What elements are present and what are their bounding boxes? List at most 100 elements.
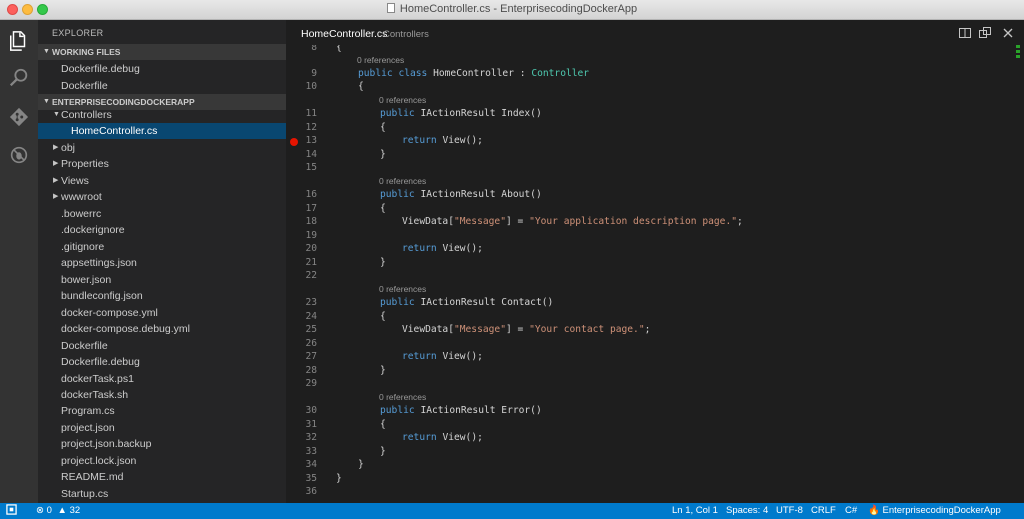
breakpoint-icon[interactable] [290, 138, 298, 146]
remote-icon[interactable] [6, 503, 17, 519]
code-line: 30 public IActionResult Error() [286, 404, 1010, 417]
folder-item[interactable]: ▶ Views [38, 173, 286, 189]
line-number: 29 [305, 378, 317, 389]
window-title: HomeController.cs - EnterprisecodingDock… [0, 3, 1024, 15]
code-line: 31 { [286, 418, 1010, 431]
line-number: 10 [305, 81, 317, 92]
folder-item[interactable]: ▶ Properties [38, 156, 286, 172]
file-item[interactable]: Program.cs [38, 403, 286, 419]
code-text: { [380, 122, 386, 133]
explorer-sidebar: EXPLORER ▼ WORKING FILES Dockerfile.debu… [38, 20, 286, 503]
encoding[interactable]: UTF-8 [776, 503, 803, 519]
string-value: "Your contact page." [529, 324, 645, 335]
folder-item[interactable]: ▶ obj [38, 140, 286, 156]
folder-item-controllers[interactable]: ▼ Controllers [38, 107, 286, 123]
line-number: 27 [305, 351, 317, 362]
line-number: 9 [311, 68, 317, 79]
line-number: 32 [305, 432, 317, 443]
file-item[interactable]: .bowerrc [38, 206, 286, 222]
file-item[interactable]: docker-compose.debug.yml [38, 321, 286, 337]
code-line: 15 [286, 161, 1010, 174]
file-item[interactable]: Dockerfile [38, 338, 286, 354]
file-item[interactable]: docker-compose.yml [38, 305, 286, 321]
folder-item[interactable]: ▶ wwwroot [38, 189, 286, 205]
file-item[interactable]: Dockerfile.debug [38, 354, 286, 370]
problems-indicator[interactable]: ⊗ 0 ▲ 32 [36, 503, 80, 519]
code-line: 23 public IActionResult Contact() [286, 296, 1010, 309]
file-item[interactable]: project.json.backup [38, 436, 286, 452]
code-line: 17 { [286, 202, 1010, 215]
file-item[interactable]: README.md [38, 469, 286, 485]
code-line: 20 return View(); [286, 242, 1010, 255]
assignment: ] = [505, 324, 530, 335]
explorer-icon[interactable] [8, 30, 30, 52]
file-item[interactable]: project.lock.json [38, 453, 286, 469]
code-text: } [336, 473, 342, 484]
codelens-references[interactable]: 0 references [379, 175, 426, 188]
code-text: } [380, 149, 386, 160]
line-number: 34 [305, 459, 317, 470]
split-editor-icon[interactable] [959, 26, 971, 38]
keyword: class [398, 68, 428, 79]
codelens-references[interactable]: 0 references [357, 54, 404, 67]
folder-label: obj [61, 142, 76, 154]
class-name: HomeController [433, 68, 514, 79]
file-item[interactable]: bundleconfig.json [38, 288, 286, 304]
working-file-item[interactable]: Dockerfile [38, 78, 286, 94]
folder-label: wwwroot [61, 191, 102, 203]
chevron-right-icon: ▶ [53, 144, 59, 151]
file-item[interactable]: bower.json [38, 272, 286, 288]
keyword: return [402, 243, 437, 254]
status-bar: ⊗ 0 ▲ 32 Ln 1, Col 1 Spaces: 4 UTF-8 CRL… [0, 503, 1024, 519]
project-indicator[interactable]: 🔥 EnterprisecodingDockerApp [868, 503, 1001, 519]
cursor-position[interactable]: Ln 1, Col 1 [672, 503, 718, 519]
code-line: 27 return View(); [286, 350, 1010, 363]
file-item-selected[interactable]: HomeController.cs [38, 123, 286, 139]
working-files-header[interactable]: ▼ WORKING FILES [38, 44, 286, 60]
file-label: project.json.backup [61, 438, 152, 451]
file-item[interactable]: .dockerignore [38, 222, 286, 238]
code-text: return View(); [402, 242, 483, 255]
code-text: { [380, 419, 386, 430]
code-line: 16 public IActionResult About() [286, 188, 1010, 201]
file-item[interactable]: Startup.cs [38, 486, 286, 502]
keyword: public [380, 108, 415, 119]
scrollbar[interactable] [1010, 45, 1024, 503]
string-key: "Message" [453, 216, 506, 227]
language-mode[interactable]: C# [845, 503, 857, 519]
debug-icon[interactable] [8, 144, 30, 166]
code-text: public IActionResult About() [380, 188, 542, 201]
project-name: EnterprisecodingDockerApp [882, 505, 1001, 516]
separator: : [513, 68, 532, 79]
codelens-references[interactable]: 0 references [379, 283, 426, 296]
return-expression: View(); [442, 432, 483, 443]
git-icon[interactable] [8, 106, 30, 128]
chevron-right-icon: ▶ [53, 177, 59, 184]
file-item[interactable]: appsettings.json [38, 255, 286, 271]
code-line: 10 { [286, 80, 1010, 93]
warning-icon: ▲ [57, 505, 67, 516]
working-file-item[interactable]: Dockerfile.debug [38, 61, 286, 77]
method-signature: IActionResult About() [420, 189, 542, 200]
code-text: return View(); [402, 134, 483, 147]
open-changes-icon[interactable] [979, 26, 991, 38]
close-icon[interactable] [1002, 26, 1014, 38]
codelens-references[interactable]: 0 references [379, 391, 426, 404]
code-editor[interactable]: 8{0 references 9 public class HomeControll… [286, 45, 1024, 503]
code-text: } [380, 365, 386, 376]
line-number: 28 [305, 365, 317, 376]
code-line: 14} [286, 148, 1010, 161]
code-line: 36 [286, 485, 1010, 498]
file-label: .bowerrc [61, 208, 102, 220]
file-item[interactable]: dockerTask.sh [38, 387, 286, 403]
line-ending[interactable]: CRLF [811, 503, 836, 519]
file-item[interactable]: .gitignore [38, 239, 286, 255]
indentation[interactable]: Spaces: 4 [726, 503, 768, 519]
codelens-references[interactable]: 0 references [379, 94, 426, 107]
file-item[interactable]: project.json [38, 420, 286, 436]
tab-filename[interactable]: HomeController.cs [301, 28, 387, 40]
search-icon[interactable] [8, 67, 30, 89]
code-line: 24 { [286, 310, 1010, 323]
line-number: 15 [305, 162, 317, 173]
file-item[interactable]: dockerTask.ps1 [38, 371, 286, 387]
